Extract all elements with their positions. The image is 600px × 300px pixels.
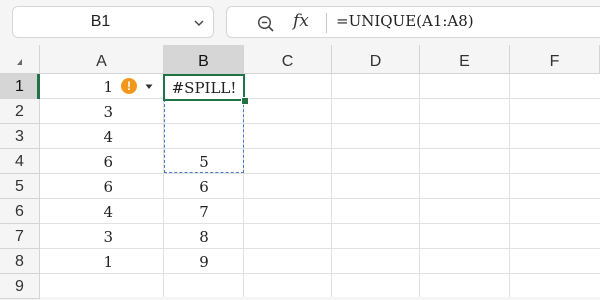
gridline xyxy=(40,198,600,199)
column-header-c[interactable]: C xyxy=(244,45,332,73)
cell-a2[interactable]: 3 xyxy=(40,99,113,124)
fill-handle[interactable] xyxy=(241,97,249,105)
cell-b4[interactable]: 5 xyxy=(164,149,244,174)
cell-b6[interactable]: 7 xyxy=(164,199,244,224)
cell-a7[interactable]: 3 xyxy=(40,224,113,249)
select-all-corner[interactable] xyxy=(0,45,40,73)
row-header-9[interactable]: 9 xyxy=(0,274,40,299)
column-headers: A B C D E F xyxy=(0,45,600,74)
row-header-2[interactable]: 2 xyxy=(0,99,40,124)
gridline xyxy=(40,223,600,224)
column-header-a[interactable]: A xyxy=(40,45,164,73)
cell-b1-value: #SPILL! xyxy=(171,79,237,97)
gridline xyxy=(509,74,510,297)
cell-a5[interactable]: 6 xyxy=(40,174,113,199)
row-header-6[interactable]: 6 xyxy=(0,199,40,224)
active-cell-b1[interactable]: #SPILL! xyxy=(163,74,245,101)
gridline xyxy=(40,148,600,149)
row-header-3[interactable]: 3 xyxy=(0,124,40,149)
chevron-down-icon[interactable] xyxy=(145,84,153,90)
name-box-value: B1 xyxy=(90,13,111,30)
cell-b7[interactable]: 8 xyxy=(164,224,244,249)
cell-b5[interactable]: 6 xyxy=(164,174,244,199)
cell-a4[interactable]: 6 xyxy=(40,149,113,174)
select-all-icon xyxy=(17,59,22,65)
row-header-7[interactable]: 7 xyxy=(0,224,40,249)
formula-input[interactable]: =UNIQUE(A1:A8) xyxy=(336,12,474,30)
formula-bar[interactable]: fx =UNIQUE(A1:A8) xyxy=(226,6,600,38)
cell-a3[interactable]: 4 xyxy=(40,124,113,149)
column-header-b[interactable]: B xyxy=(164,45,244,73)
fx-icon[interactable]: fx xyxy=(293,11,309,31)
formula-toolbar: B1 fx =UNIQUE(A1:A8) xyxy=(0,0,600,43)
chevron-down-icon[interactable] xyxy=(193,17,205,29)
column-header-e[interactable]: E xyxy=(420,45,510,73)
row-header-5[interactable]: 5 xyxy=(0,174,40,199)
zoom-out-icon[interactable] xyxy=(257,15,275,33)
column-header-f[interactable]: F xyxy=(510,45,600,73)
row-header-8[interactable]: 8 xyxy=(0,249,40,274)
gridline xyxy=(40,248,600,249)
gridline xyxy=(40,98,600,99)
gridline xyxy=(331,74,332,297)
cell-a1[interactable]: 1 xyxy=(40,74,113,99)
gridline xyxy=(40,123,600,124)
cell-a8[interactable]: 1 xyxy=(40,249,113,274)
row-header-4[interactable]: 4 xyxy=(0,149,40,174)
divider xyxy=(326,13,327,33)
cell-b8[interactable]: 9 xyxy=(164,249,244,274)
error-warning-icon[interactable]: ! xyxy=(121,78,137,94)
cell-a6[interactable]: 4 xyxy=(40,199,113,224)
gridline xyxy=(40,273,600,274)
row-header-1[interactable]: 1 xyxy=(0,74,40,99)
column-header-d[interactable]: D xyxy=(332,45,420,73)
name-box[interactable]: B1 xyxy=(12,6,214,38)
gridline xyxy=(40,173,600,174)
gridline xyxy=(419,74,420,297)
